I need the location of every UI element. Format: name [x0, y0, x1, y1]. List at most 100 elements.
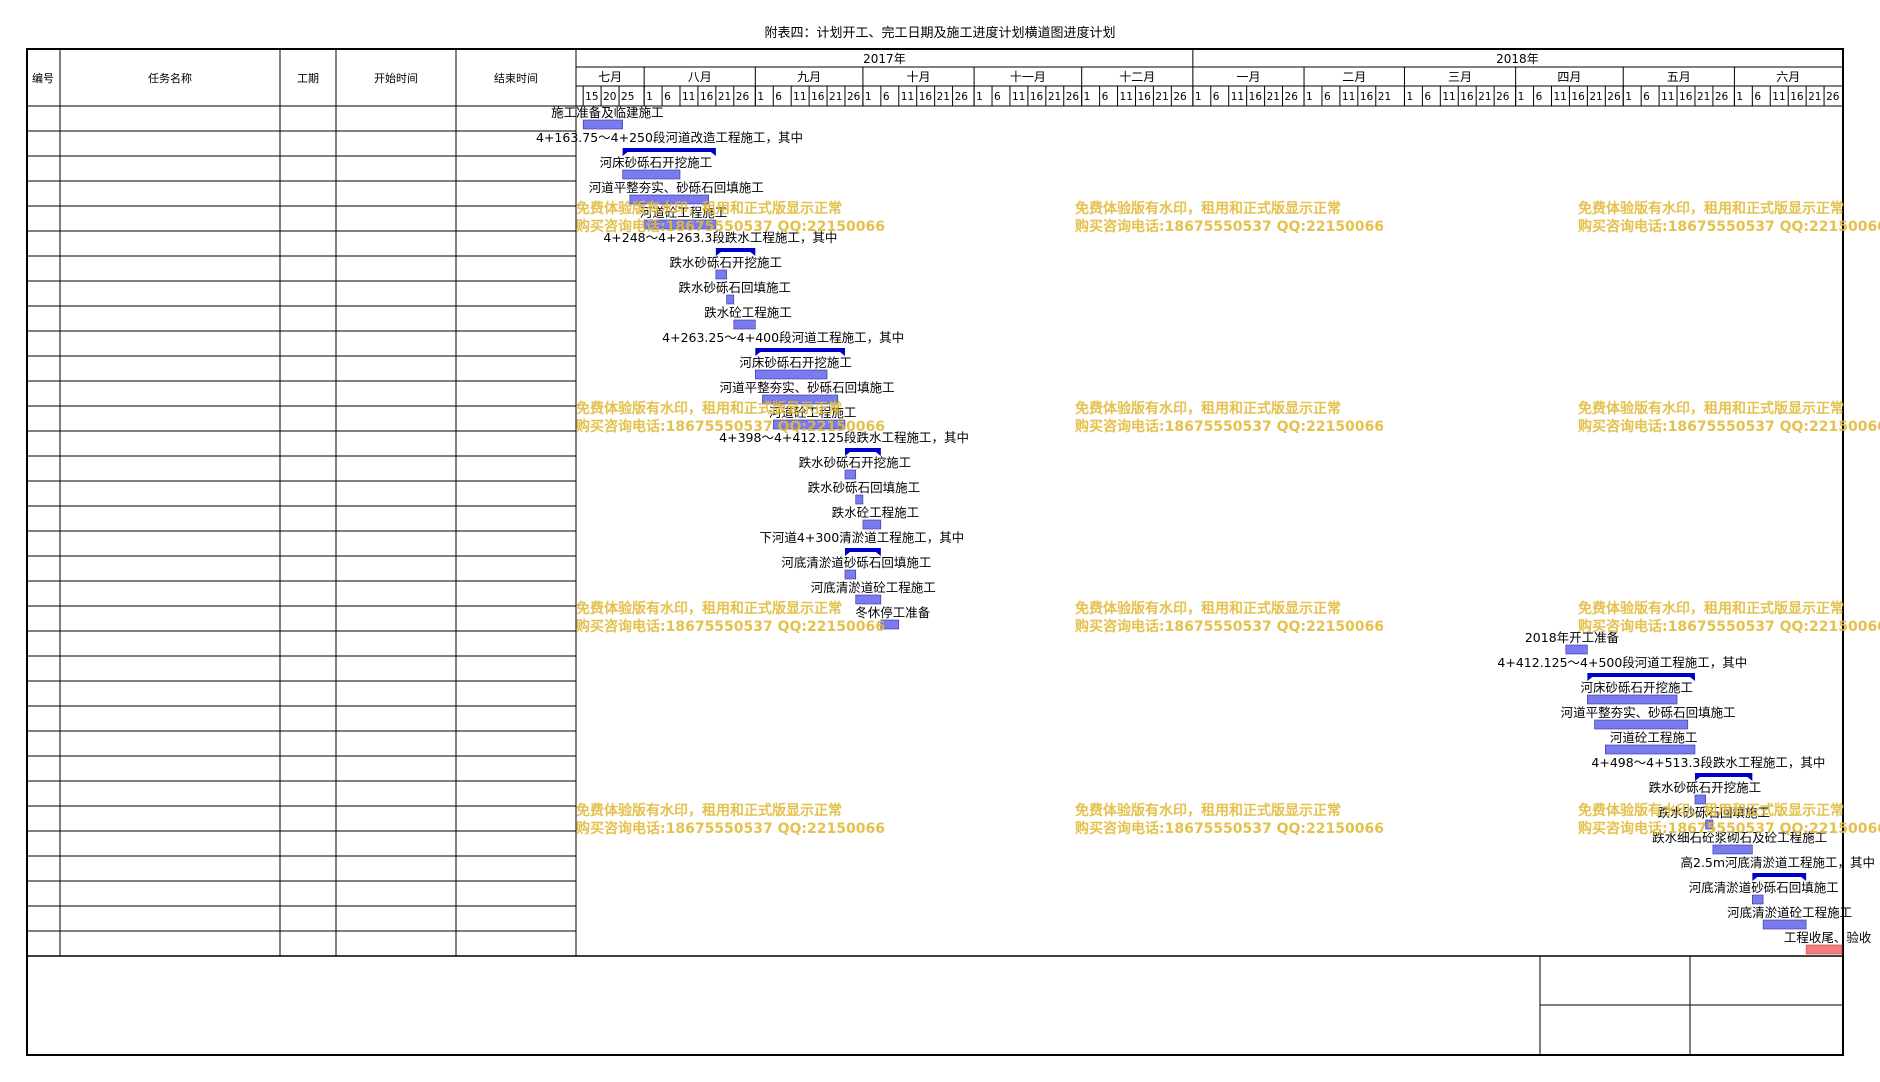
bar-label: 河道砼工程施工: [1610, 730, 1698, 745]
bar-label: 跌水细石砼浆砌石及砼工程施工: [1652, 830, 1827, 845]
day-label: 26: [1496, 91, 1510, 103]
cell-end: [456, 788, 576, 802]
cell-task-name: [62, 388, 278, 402]
cell-task-name: [62, 332, 278, 355]
day-label: 16: [1137, 91, 1151, 103]
day-label: 21: [1048, 91, 1061, 103]
day-label: 11: [1442, 91, 1455, 103]
cell-no: [26, 738, 60, 752]
month-label: 九月: [797, 70, 821, 84]
cell-duration: [280, 463, 336, 477]
day-label: 6: [1324, 91, 1331, 103]
cell-duration: [280, 938, 336, 952]
bar-label: 2018年开工准备: [1525, 630, 1620, 645]
cell-end: [456, 288, 576, 302]
task-bar: [1604, 744, 1696, 755]
day-label: 6: [1754, 91, 1761, 103]
cell-start: [336, 513, 456, 527]
cell-end: [456, 438, 576, 452]
cell-end: [456, 213, 576, 227]
day-label: 16: [919, 91, 933, 103]
cell-duration: [280, 363, 336, 377]
header-start: 开始时间: [374, 72, 418, 85]
cell-task-name: [62, 488, 278, 502]
cell-end: [456, 638, 576, 652]
cell-no: [26, 288, 60, 302]
cell-duration: [280, 538, 336, 552]
day-label: 1: [757, 91, 764, 103]
cell-task-name: [62, 163, 278, 177]
task-bar: [715, 269, 727, 280]
cell-start: [336, 888, 456, 902]
cell-end: [456, 488, 576, 502]
day-label: 6: [1643, 91, 1650, 103]
day-label: 1: [976, 91, 983, 103]
cell-start: [336, 713, 456, 727]
day-label: 1: [1518, 91, 1525, 103]
summary-bar: [715, 248, 756, 252]
cell-no: [26, 838, 60, 852]
cell-no: [26, 763, 60, 777]
bar-label: 河底清淤道砂砾石回填施工: [1689, 880, 1839, 895]
bar-label: 河道平整夯实、砂砾石回填施工: [720, 380, 895, 395]
cell-start: [336, 488, 456, 502]
day-label: 11: [1661, 91, 1674, 103]
task-bar: [733, 319, 756, 330]
cell-end: [456, 563, 576, 577]
cell-no: [26, 463, 60, 477]
header-duration: 工期: [297, 72, 319, 85]
cell-task-name: [62, 563, 278, 577]
cell-duration: [280, 638, 336, 652]
cell-duration: [280, 688, 336, 702]
cell-no: [26, 413, 60, 427]
bar-label: 河道平整夯实、砂砾石回填施工: [589, 180, 764, 195]
cell-no: [26, 888, 60, 902]
cell-end: [456, 763, 576, 777]
bar-label: 河床砂砾石开挖施工: [600, 155, 713, 170]
task-bar: [726, 294, 735, 305]
day-label: 6: [994, 91, 1001, 103]
cell-start: [336, 413, 456, 427]
task-bar: [762, 394, 839, 405]
bar-label: 4+163.75～4+250段河道改造工程施工，其中: [536, 130, 803, 145]
month-label: 七月: [598, 70, 622, 84]
cell-task-name: [62, 838, 278, 852]
cell-start: [336, 213, 456, 227]
cell-end: [456, 688, 576, 702]
day-label: 26: [955, 91, 969, 103]
cell-task-name: [62, 638, 278, 652]
bar-label: 4+412.125～4+500段河道工程施工，其中: [1497, 655, 1747, 670]
day-label: 11: [1772, 91, 1785, 103]
day-label: 26: [1173, 91, 1187, 103]
cell-start: [336, 738, 456, 752]
day-label: 21: [1155, 91, 1168, 103]
cell-start: [336, 188, 456, 202]
cell-duration: [280, 338, 336, 352]
cell-task-name: [62, 313, 278, 327]
cell-duration: [280, 738, 336, 752]
cell-task-name: [62, 613, 278, 627]
summary-bar: [1694, 773, 1753, 777]
task-bar: [1712, 844, 1753, 855]
cell-end: [456, 338, 576, 352]
cell-start: [336, 363, 456, 377]
cell-task-name: [62, 938, 278, 952]
day-label: 11: [1231, 91, 1244, 103]
task-bar: [643, 219, 717, 230]
cell-end: [456, 588, 576, 602]
bar-label: 冬休停工准备: [855, 605, 931, 620]
cell-end: [456, 663, 576, 677]
cell-no: [26, 563, 60, 577]
cell-no: [26, 938, 60, 952]
cell-task-name: [62, 913, 278, 927]
cell-duration: [280, 113, 336, 127]
day-label: 1: [1084, 91, 1091, 103]
bar-label: 河底清淤道砂砾石回填施工: [781, 555, 931, 570]
cell-task-name: [62, 132, 278, 155]
cell-task-name: [62, 857, 278, 880]
cell-end: [456, 538, 576, 552]
cell-duration: [280, 588, 336, 602]
task-bar: [755, 369, 828, 380]
cell-start: [336, 438, 456, 452]
cell-duration: [280, 713, 336, 727]
